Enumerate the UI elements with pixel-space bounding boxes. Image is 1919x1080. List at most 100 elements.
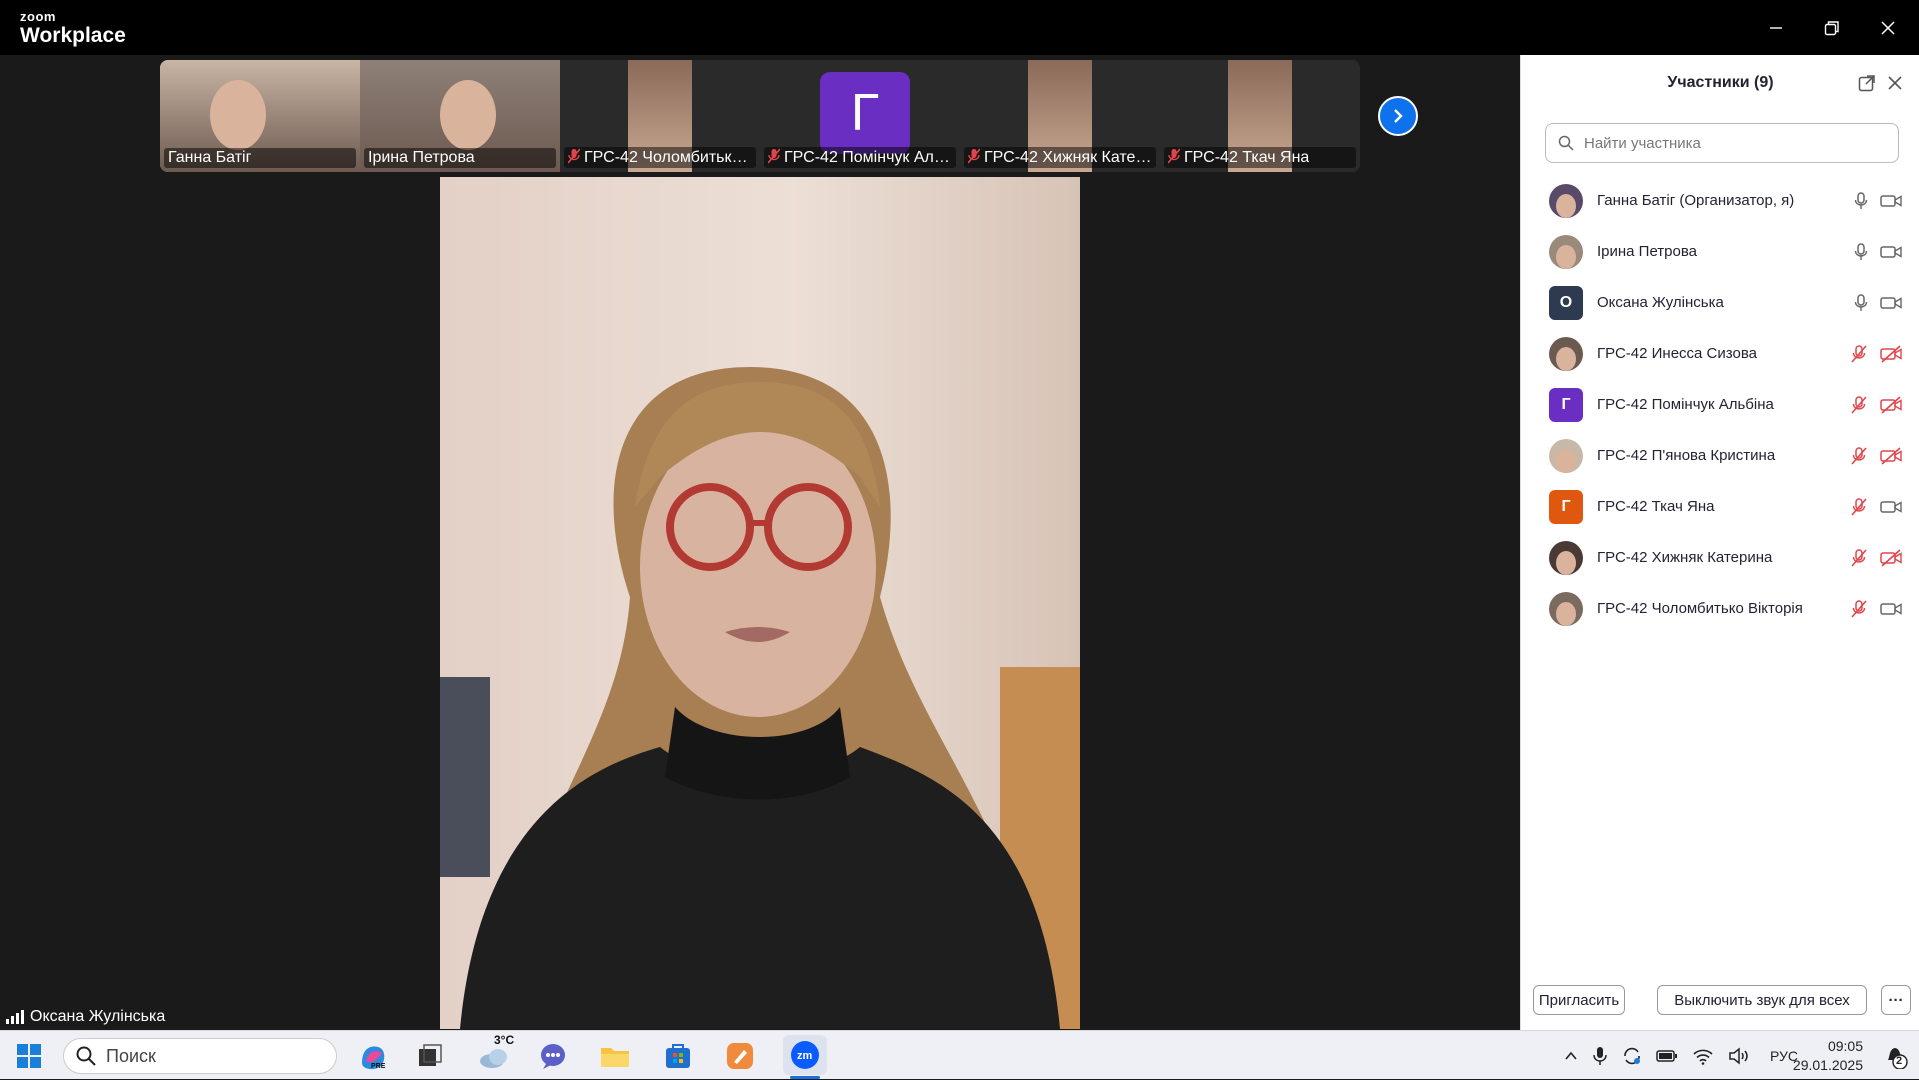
logo-small-text: zoom: [20, 9, 56, 24]
notification-count: 2: [1896, 1055, 1903, 1067]
participant-row[interactable]: Г ГРС-42 Помінчук Альбіна: [1521, 379, 1919, 430]
participant-status-icons: [1854, 293, 1902, 312]
zoom-logo: zoom Workplace: [20, 10, 126, 48]
taskbar-clock[interactable]: 09:05 29.01.2025: [1793, 1037, 1863, 1075]
copilot-button[interactable]: PRE: [356, 1039, 390, 1073]
more-options-button[interactable]: ···: [1881, 985, 1911, 1015]
task-view-icon: [419, 1044, 442, 1066]
participant-face: [440, 80, 496, 150]
gallery-thumbnail[interactable]: Ганна Батіг: [160, 60, 360, 172]
restore-button[interactable]: [1804, 0, 1860, 55]
video-off-icon: [1880, 446, 1902, 465]
svg-text:zm: zm: [797, 1050, 813, 1062]
windows-logo-icon: [17, 1044, 41, 1068]
sync-icon[interactable]: [1622, 1046, 1642, 1066]
close-button[interactable]: [1860, 0, 1916, 55]
microphone-icon[interactable]: [1592, 1046, 1608, 1066]
participant-row[interactable]: ГРС-42 П'янова Кристина: [1521, 430, 1919, 481]
gallery-thumbnail[interactable]: Г ГРС-42 Помінчук Аль...: [760, 60, 960, 172]
video-camera-icon: [1880, 194, 1902, 207]
thumbnail-name-label: ГРС-42 Чоломбитько ...: [564, 147, 756, 168]
participant-face: [210, 80, 266, 150]
participants-footer: Пригласить Выключить звук для всех ···: [1521, 980, 1919, 1030]
video-off-icon: [1880, 344, 1902, 363]
video-camera-icon: [1880, 500, 1902, 513]
muted-microphone-icon: [1851, 599, 1867, 618]
microphone-icon: [1854, 293, 1868, 311]
participant-name: ГРС-42 Помінчук Альбіна: [1597, 396, 1774, 413]
participant-row[interactable]: О Оксана Жулінська: [1521, 277, 1919, 328]
close-icon: [1881, 20, 1895, 35]
meeting-video-area: Ганна Батіг Ірина Петрова ГРС-42 Чоломбить…: [0, 55, 1520, 1030]
minimize-button[interactable]: [1748, 0, 1804, 55]
gallery-thumbnail[interactable]: ГРС-42 Чоломбитько ...: [560, 60, 760, 172]
thumbnail-name: ГРС-42 Хижняк Катер...: [984, 148, 1152, 166]
volume-icon[interactable]: [1728, 1046, 1750, 1065]
participants-list: Ганна Батіг (Организатор, я) Ірина Петров…: [1521, 175, 1919, 634]
muted-microphone-icon: [1851, 344, 1867, 363]
avatar-photo: [1556, 244, 1576, 269]
participant-name: Оксана Жулінська: [1597, 294, 1724, 311]
microphone-icon: [1854, 191, 1868, 209]
notifications-button[interactable]: 2: [1883, 1043, 1909, 1070]
muted-microphone-icon: [1851, 446, 1867, 465]
title-bar: zoom Workplace: [0, 0, 1919, 55]
battery-icon[interactable]: [1656, 1049, 1678, 1063]
chevron-up-icon[interactable]: [1564, 1049, 1578, 1063]
participant-name: ГРС-42 Ткач Яна: [1597, 498, 1715, 515]
participant-row[interactable]: ГРС-42 Инесса Сизова: [1521, 328, 1919, 379]
task-view-button[interactable]: [413, 1039, 447, 1073]
start-button[interactable]: [12, 1039, 46, 1073]
minimize-icon: [1770, 26, 1782, 29]
participant-row[interactable]: ГРС-42 Чоломбитько Вікторія: [1521, 583, 1919, 634]
active-speaker-video[interactable]: [440, 177, 1080, 1029]
avatar: Г: [1549, 387, 1583, 422]
participant-status-icons: [1854, 191, 1902, 210]
participant-row[interactable]: Г ГРС-42 Ткач Яна: [1521, 481, 1919, 532]
participant-row[interactable]: Ганна Батіг (Организатор, я): [1521, 175, 1919, 226]
clock-time: 09:05: [1827, 1038, 1863, 1054]
microphone-icon: [1854, 242, 1868, 260]
participant-status-icons: [1850, 395, 1902, 414]
app-button[interactable]: [723, 1039, 757, 1073]
chevron-right-icon: [1394, 109, 1403, 123]
participant-name: ГРС-42 Чоломбитько Вікторія: [1597, 600, 1803, 617]
muted-mic-icon: [567, 148, 581, 167]
file-explorer-button[interactable]: [598, 1039, 632, 1073]
invite-button[interactable]: Пригласить: [1533, 985, 1625, 1015]
avatar: [1549, 591, 1583, 626]
gallery-next-button[interactable]: [1378, 96, 1418, 136]
video-off-icon: [1880, 548, 1902, 567]
taskbar-search[interactable]: Поиск: [63, 1038, 337, 1074]
gallery-thumbnail[interactable]: ГРС-42 Хижняк Катер...: [960, 60, 1160, 172]
close-icon: [1888, 76, 1902, 90]
participant-search[interactable]: [1545, 123, 1899, 163]
video-camera-icon: [1880, 602, 1902, 615]
participants-panel: Участники (9) Ганна Батіг (Организатор, …: [1520, 55, 1919, 1030]
store-button[interactable]: [661, 1039, 695, 1073]
gallery-thumbnail[interactable]: ГРС-42 Ткач Яна: [1160, 60, 1360, 172]
wifi-icon[interactable]: [1692, 1047, 1714, 1065]
muted-mic-icon: [767, 148, 781, 167]
logo-large-text: Workplace: [20, 24, 126, 47]
popout-button[interactable]: [1857, 73, 1877, 93]
participant-row[interactable]: ГРС-42 Хижняк Катерина: [1521, 532, 1919, 583]
participant-name: ГРС-42 Хижняк Катерина: [1597, 549, 1773, 566]
zoom-taskbar-button[interactable]: zm: [783, 1035, 827, 1075]
avatar: О: [1549, 285, 1583, 320]
participant-row[interactable]: Ірина Петрова: [1521, 226, 1919, 277]
participant-status-icons: [1850, 548, 1902, 567]
participant-name: Ганна Батіг (Организатор, я): [1597, 192, 1795, 209]
thumbnail-name: ГРС-42 Чоломбитько ...: [584, 148, 752, 166]
participant-search-input[interactable]: [1582, 133, 1882, 153]
mute-all-button[interactable]: Выключить звук для всех: [1657, 985, 1867, 1015]
restore-icon: [1824, 20, 1839, 35]
teams-button[interactable]: [536, 1039, 570, 1073]
gallery-thumbnail[interactable]: Ірина Петрова: [360, 60, 560, 172]
close-panel-button[interactable]: [1885, 73, 1905, 93]
avatar-photo: [1556, 550, 1576, 575]
thumbnail-name-label: ГРС-42 Помінчук Аль...: [764, 147, 956, 168]
thumbnail-name-label: Ірина Петрова: [364, 148, 556, 168]
participants-title: Участники (9): [1667, 74, 1774, 91]
connection-signal-icon: [6, 1010, 24, 1024]
